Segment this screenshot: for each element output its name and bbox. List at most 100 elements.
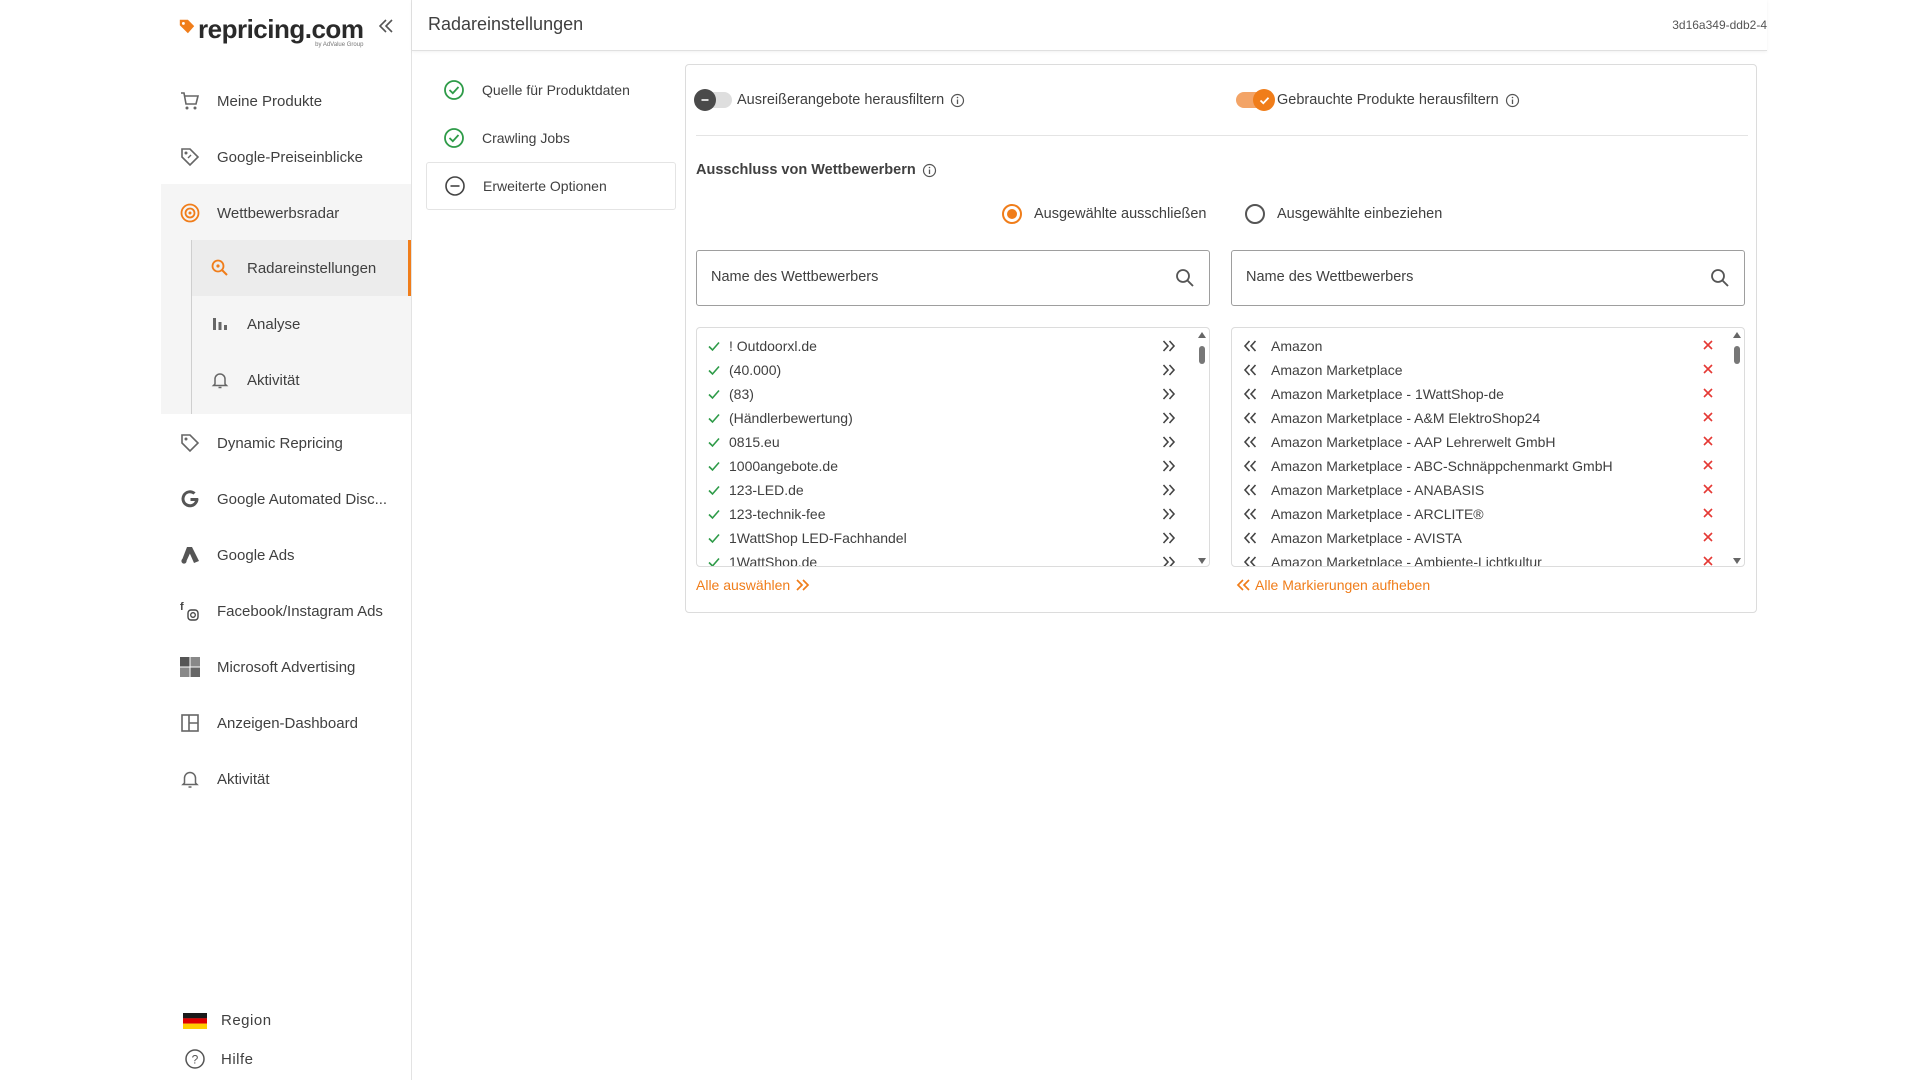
sub-item-aktivitaet[interactable]: Aktivität [192,352,411,408]
nav-item-anzeigen-dashboard[interactable]: Anzeigen-Dashboard [161,700,411,746]
available-competitor-item[interactable]: ! Outdoorxl.de [697,334,1187,358]
step-quelle-fuer-produktdaten[interactable]: Quelle für Produktdaten [426,66,676,114]
region-selector[interactable]: Region [183,1012,272,1029]
germany-flag-icon [183,1012,207,1029]
selected-competitor-item[interactable]: Amazon Marketplace - ABC-Schnäppchenmark… [1232,454,1722,478]
scroll-down-arrow-icon[interactable] [1733,558,1741,564]
double-chevron-right-icon[interactable] [1161,410,1177,426]
selected-competitor-item[interactable]: Amazon Marketplace - ARCLITE® [1232,502,1722,526]
remove-x-icon[interactable] [1702,435,1714,447]
double-chevron-left-icon[interactable] [1242,554,1258,566]
selected-competitor-item[interactable]: Amazon Marketplace - AVISTA [1232,526,1722,550]
outlier-filter-toggle[interactable] [694,89,732,111]
selected-competitor-item[interactable]: Amazon Marketplace - AAP Lehrerwelt GmbH [1232,430,1722,454]
info-icon[interactable] [1505,93,1520,108]
step-crawling-jobs[interactable]: Crawling Jobs [426,114,676,162]
remove-x-icon[interactable] [1702,507,1714,519]
available-competitor-item[interactable]: 1000angebote.de [697,454,1187,478]
scrollbar[interactable] [1732,332,1742,564]
radar-icon [178,201,202,225]
available-competitor-item[interactable]: (Händlerbewertung) [697,406,1187,430]
double-chevron-left-icon[interactable] [1242,410,1258,426]
remove-x-icon[interactable] [1702,363,1714,375]
remove-x-icon[interactable] [1702,387,1714,399]
available-competitor-item[interactable]: 123-LED.de [697,478,1187,502]
radio-checked[interactable] [1002,204,1022,224]
double-chevron-left-icon[interactable] [1242,386,1258,402]
remove-x-icon[interactable] [1702,555,1714,566]
double-chevron-left-icon[interactable] [1242,506,1258,522]
remove-x-icon[interactable] [1702,459,1714,471]
double-chevron-right-icon[interactable] [1161,338,1177,354]
double-chevron-right-icon[interactable] [1161,362,1177,378]
available-competitor-search-input[interactable] [711,269,1151,285]
available-competitors-list[interactable]: ! Outdoorxl.de (40.000) (83) (Händlerbewert… [696,327,1210,567]
double-chevron-left-icon[interactable] [1242,482,1258,498]
scroll-up-arrow-icon[interactable] [1198,332,1206,338]
info-icon[interactable] [922,163,937,178]
double-chevron-left-icon[interactable] [1242,362,1258,378]
search-icon[interactable] [1175,268,1195,293]
radio-include-selected[interactable]: Ausgewählte einbeziehen [1245,204,1442,224]
nav-item-label: Google Ads [217,546,295,564]
collapse-sidebar-button[interactable] [375,15,397,37]
double-chevron-left-icon[interactable] [1242,458,1258,474]
remove-x-icon[interactable] [1702,339,1714,351]
double-chevron-right-icon[interactable] [1161,554,1177,566]
nav-item-dynamic-repricing[interactable]: Dynamic Repricing [161,420,411,466]
search-icon[interactable] [1710,268,1730,293]
remove-x-icon[interactable] [1702,483,1714,495]
double-chevron-right-icon[interactable] [1161,482,1177,498]
sub-item-analyse[interactable]: Analyse [192,296,411,352]
used-products-filter-toggle[interactable] [1236,89,1275,111]
remove-x-icon[interactable] [1702,411,1714,423]
double-chevron-left-icon [378,19,393,33]
scroll-thumb[interactable] [1734,346,1740,364]
brand-logo[interactable]: repricing.com by AdValue Group [178,14,364,48]
double-chevron-right-icon[interactable] [1161,434,1177,450]
clear-all-button[interactable]: Alle Markierungen aufheben [1235,577,1430,593]
nav-item-google-preiseinblicke[interactable]: Google-Preiseinblicke [161,134,411,180]
double-chevron-right-icon[interactable] [1161,458,1177,474]
nav-item-google-ads[interactable]: Google Ads [161,532,411,578]
selected-competitor-search-input[interactable] [1246,269,1686,285]
available-competitor-item[interactable]: 0815.eu [697,430,1187,454]
double-chevron-left-icon[interactable] [1242,530,1258,546]
double-chevron-right-icon[interactable] [1161,386,1177,402]
nav-item-google-automated-discounts[interactable]: Google Automated Disc... [161,476,411,522]
available-competitor-item[interactable]: 1WattShop LED-Fachhandel [697,526,1187,550]
nav-item-microsoft-advertising[interactable]: Microsoft Advertising [161,644,411,690]
scroll-thumb[interactable] [1199,346,1205,364]
nav-item-meine-produkte[interactable]: Meine Produkte [161,78,411,124]
double-chevron-right-icon[interactable] [1161,530,1177,546]
select-all-button[interactable]: Alle auswählen [696,577,812,593]
available-competitor-item[interactable]: (83) [697,382,1187,406]
double-chevron-left-icon[interactable] [1242,338,1258,354]
nav-item-wettbewerbsradar[interactable]: Wettbewerbsradar [161,190,411,236]
nav-item-facebook-instagram-ads[interactable]: f Facebook/Instagram Ads [161,588,411,634]
available-competitor-item[interactable]: 123-technik-fee [697,502,1187,526]
info-icon[interactable] [950,93,965,108]
selected-competitor-item[interactable]: Amazon Marketplace [1232,358,1722,382]
radio-exclude-selected[interactable]: Ausgewählte ausschließen [1002,204,1207,224]
nav-item-aktivitaet[interactable]: Aktivität [161,756,411,802]
remove-x-icon[interactable] [1702,531,1714,543]
available-competitor-item[interactable]: (40.000) [697,358,1187,382]
scroll-up-arrow-icon[interactable] [1733,332,1741,338]
double-chevron-left-icon[interactable] [1242,434,1258,450]
scrollbar[interactable] [1197,332,1207,564]
available-competitor-item[interactable]: 1WattShop.de [697,550,1187,566]
step-erweiterte-optionen[interactable]: Erweiterte Optionen [426,162,676,210]
double-chevron-right-icon[interactable] [1161,506,1177,522]
selected-competitor-item[interactable]: Amazon Marketplace - ANABASIS [1232,478,1722,502]
selected-competitor-item[interactable]: Amazon Marketplace - A&M ElektroShop24 [1232,406,1722,430]
help-link[interactable]: ? Hilfe [183,1048,254,1070]
selected-competitor-item[interactable]: Amazon Marketplace - 1WattShop-de [1232,382,1722,406]
radio-unchecked[interactable] [1245,204,1265,224]
selected-competitors-list[interactable]: Amazon Amazon Marketplace Amazon Marketpla… [1231,327,1745,567]
scroll-down-arrow-icon[interactable] [1198,558,1206,564]
selected-competitor-item[interactable]: Amazon [1232,334,1722,358]
sub-item-radareinstellungen[interactable]: Radareinstellungen [192,240,411,296]
sub-item-label: Radareinstellungen [247,259,377,277]
selected-competitor-item[interactable]: Amazon Marketplace - Ambiente-Lichtkultu… [1232,550,1722,566]
